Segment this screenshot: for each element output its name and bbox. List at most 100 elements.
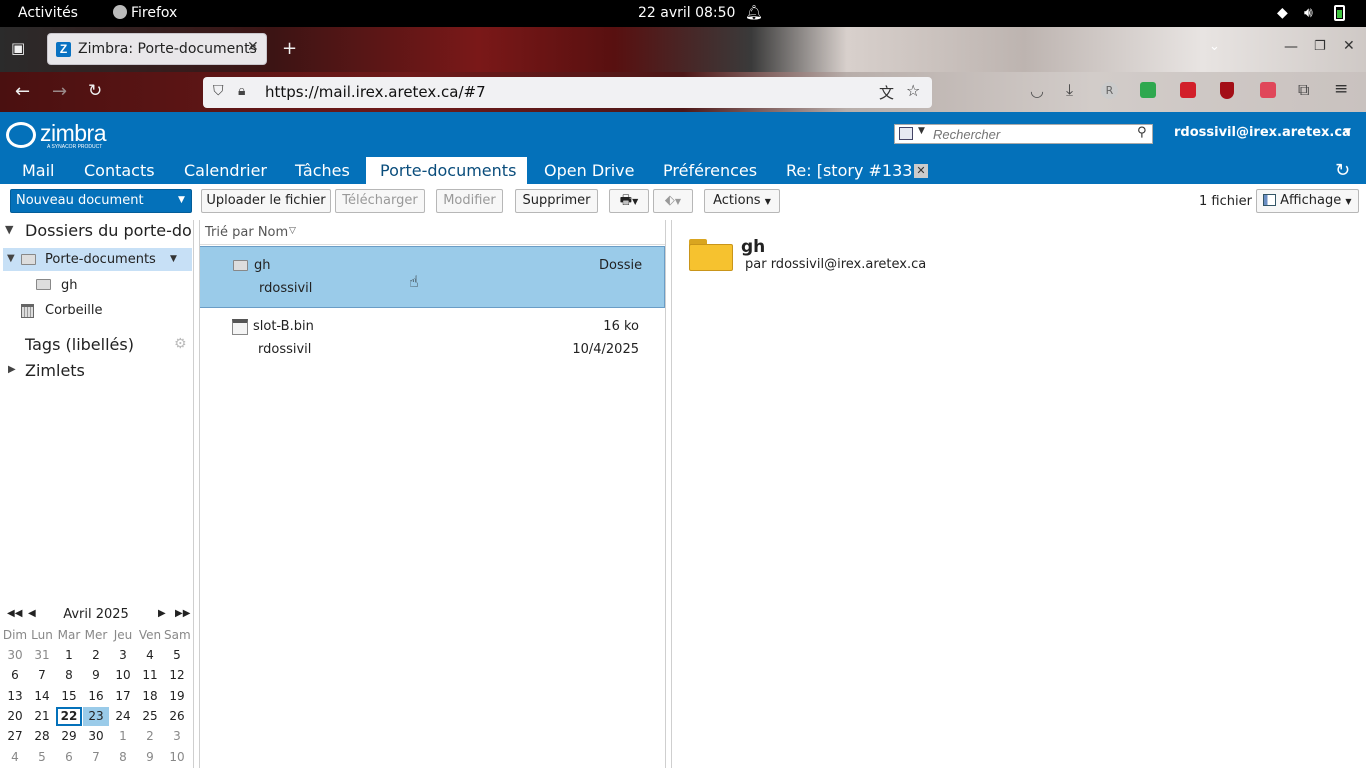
calendar-day[interactable]: 8: [110, 748, 136, 767]
hamburger-menu-icon[interactable]: ≡: [1334, 79, 1348, 99]
tab-open-drive[interactable]: Open Drive: [530, 157, 648, 184]
zimlets-section-title[interactable]: Zimlets: [25, 361, 85, 380]
search-icon[interactable]: ⚲: [1137, 125, 1147, 140]
url-bar[interactable]: ⛉ 🔒︎ https://mail.irex.aretex.ca/#7 文 ☆: [203, 77, 932, 108]
calendar-day[interactable]: 20: [2, 707, 28, 726]
calendar-day[interactable]: 13: [2, 687, 28, 706]
search-box[interactable]: ▼ ⚲: [894, 124, 1153, 144]
next-year-icon[interactable]: ▶▶: [175, 608, 190, 619]
lock-icon[interactable]: 🔒︎: [238, 83, 245, 99]
forward-icon[interactable]: →: [52, 81, 67, 102]
tag-button[interactable]: ⬖▼: [653, 189, 693, 213]
calendar-day[interactable]: 2: [83, 646, 109, 665]
list-item-gh[interactable]: gh Dossie rdossivil ☝: [199, 246, 665, 308]
calendar-day[interactable]: 11: [137, 666, 163, 685]
search-input[interactable]: [933, 125, 1133, 143]
maximize-icon[interactable]: ❐: [1314, 39, 1326, 54]
calendar-day[interactable]: 23: [83, 706, 109, 726]
calendar-day[interactable]: 21: [29, 707, 55, 726]
calendar-day[interactable]: 29: [56, 727, 82, 746]
new-tab-icon[interactable]: +: [282, 38, 297, 59]
bookmark-star-icon[interactable]: ☆: [906, 81, 920, 100]
collapse-porte-documents-icon[interactable]: ▼: [7, 253, 15, 264]
tab-contacts[interactable]: Contacts: [70, 157, 169, 184]
calendar-day[interactable]: 22: [56, 706, 82, 726]
tab-mail[interactable]: Mail: [8, 157, 69, 184]
extension-r-icon[interactable]: R: [1101, 82, 1118, 99]
wifi-icon[interactable]: ◆: [1277, 5, 1288, 21]
calendar-day[interactable]: 8: [56, 666, 82, 685]
folder-corbeille[interactable]: Corbeille: [3, 301, 192, 322]
calendar-day[interactable]: 6: [2, 666, 28, 685]
extension-red-icon[interactable]: [1180, 82, 1196, 98]
user-account[interactable]: rdossivil@irex.aretex.ca: [1174, 125, 1351, 140]
list-item-slot-b[interactable]: slot-B.bin 16 ko rdossivil 10/4/2025: [199, 309, 665, 371]
calendar-day[interactable]: 19: [164, 687, 190, 706]
actions-button[interactable]: Actions ▼: [704, 189, 780, 213]
calendar-day[interactable]: 9: [137, 748, 163, 767]
calendar-day[interactable]: 17: [110, 687, 136, 706]
close-story-tab-icon[interactable]: ✕: [914, 164, 928, 178]
calendar-day[interactable]: 16: [83, 687, 109, 706]
tab-calendrier[interactable]: Calendrier: [170, 157, 281, 184]
calendar-day[interactable]: 3: [164, 727, 190, 746]
sidebar-divider[interactable]: [193, 220, 194, 768]
calendar-day[interactable]: 7: [29, 666, 55, 685]
view-button[interactable]: Affichage ▼: [1256, 189, 1359, 213]
minimize-icon[interactable]: —: [1284, 39, 1298, 55]
user-menu-dropdown-icon[interactable]: ▼: [1344, 127, 1351, 137]
new-document-button[interactable]: Nouveau document ▼: [10, 189, 192, 213]
download-button[interactable]: Télécharger: [335, 189, 425, 213]
calendar-day[interactable]: 12: [164, 666, 190, 685]
calendar-day[interactable]: 1: [110, 727, 136, 746]
tab-porte-documents[interactable]: Porte-documents: [366, 157, 527, 184]
tab-taches[interactable]: Tâches: [281, 157, 364, 184]
calendar-day[interactable]: 27: [2, 727, 28, 746]
sort-direction-icon[interactable]: ▽: [289, 226, 296, 236]
calendar-day[interactable]: 14: [29, 687, 55, 706]
folder-gh[interactable]: gh: [3, 276, 192, 297]
extension-pink-icon[interactable]: [1260, 82, 1276, 98]
extensions-puzzle-icon[interactable]: ⧉: [1298, 80, 1309, 100]
clock[interactable]: 22 avril 08:50: [638, 5, 735, 21]
expand-zimlets-icon[interactable]: ▶: [8, 364, 16, 375]
calendar-day[interactable]: 1: [56, 646, 82, 665]
calendar-day[interactable]: 10: [110, 666, 136, 685]
calendar-day[interactable]: 28: [29, 727, 55, 746]
calendar-day[interactable]: 15: [56, 687, 82, 706]
new-document-dropdown-icon[interactable]: ▼: [178, 195, 185, 205]
calendar-day[interactable]: 18: [137, 687, 163, 706]
collapse-folders-icon[interactable]: ▼: [5, 223, 13, 236]
calendar-day[interactable]: 4: [2, 748, 28, 767]
calendar-day[interactable]: 6: [56, 748, 82, 767]
calendar-day[interactable]: 2: [137, 727, 163, 746]
shield-icon[interactable]: ⛉: [213, 83, 224, 99]
delete-button[interactable]: Supprimer: [515, 189, 598, 213]
preview-divider[interactable]: [671, 220, 672, 768]
calendar-day[interactable]: 10: [164, 748, 190, 767]
firefox-app-menu[interactable]: Firefox: [113, 5, 177, 21]
activities-button[interactable]: Activités: [18, 5, 78, 21]
calendar-day[interactable]: 5: [29, 748, 55, 767]
close-tab-icon[interactable]: ✕: [247, 39, 259, 55]
translate-icon[interactable]: 文: [879, 82, 894, 103]
ublock-icon[interactable]: [1220, 82, 1234, 99]
calendar-day[interactable]: 7: [83, 748, 109, 767]
folders-section-title[interactable]: Dossiers du porte-documents: [25, 221, 192, 240]
downloads-icon[interactable]: ⤓: [1066, 80, 1073, 100]
search-type-icon[interactable]: [899, 127, 913, 140]
list-header[interactable]: Trié par Nom ▽: [199, 221, 665, 245]
refresh-icon[interactable]: ↻: [1335, 160, 1350, 181]
list-all-tabs-icon[interactable]: ⌄: [1209, 39, 1220, 54]
calendar-day[interactable]: 24: [110, 707, 136, 726]
calendar-day[interactable]: 9: [83, 666, 109, 685]
calendar-day[interactable]: 5: [164, 646, 190, 665]
print-button[interactable]: 🖶▼: [609, 189, 649, 213]
calendar-day[interactable]: 31: [29, 646, 55, 665]
calendar-day[interactable]: 4: [137, 646, 163, 665]
close-window-icon[interactable]: ✕: [1343, 38, 1355, 54]
sort-label[interactable]: Trié par Nom: [205, 225, 288, 240]
tab-preferences[interactable]: Préférences: [649, 157, 771, 184]
upload-file-button[interactable]: Uploader le fichier: [201, 189, 331, 213]
back-icon[interactable]: ←: [15, 81, 30, 102]
